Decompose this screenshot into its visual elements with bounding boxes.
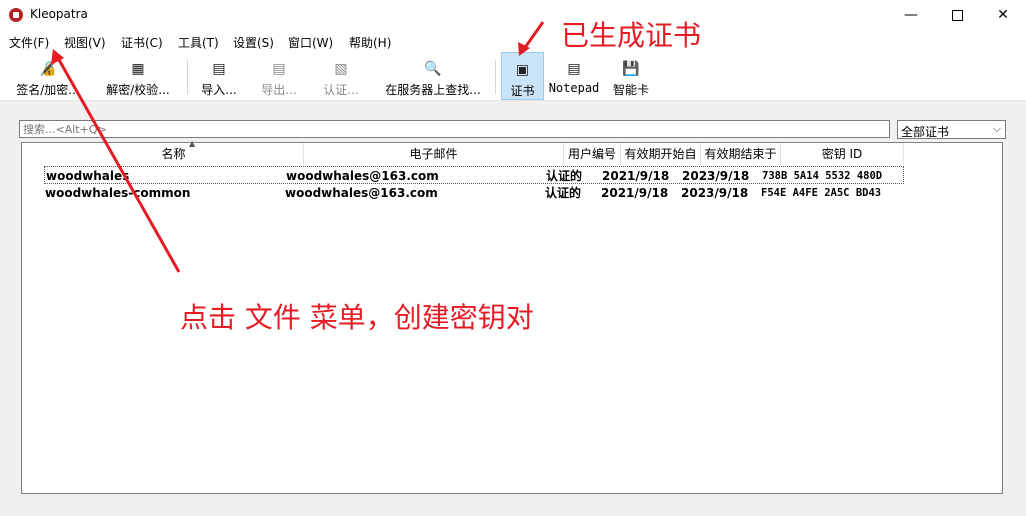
arrow-to-certificates bbox=[522, 21, 545, 50]
arrow-to-file-menu bbox=[56, 57, 181, 273]
annotation-certificate-generated: 已生成证书 bbox=[561, 19, 702, 52]
annotation-arrows bbox=[51, 21, 545, 273]
annotation-click-file-menu: 点击 文件 菜单，创建密钥对 bbox=[180, 301, 534, 334]
